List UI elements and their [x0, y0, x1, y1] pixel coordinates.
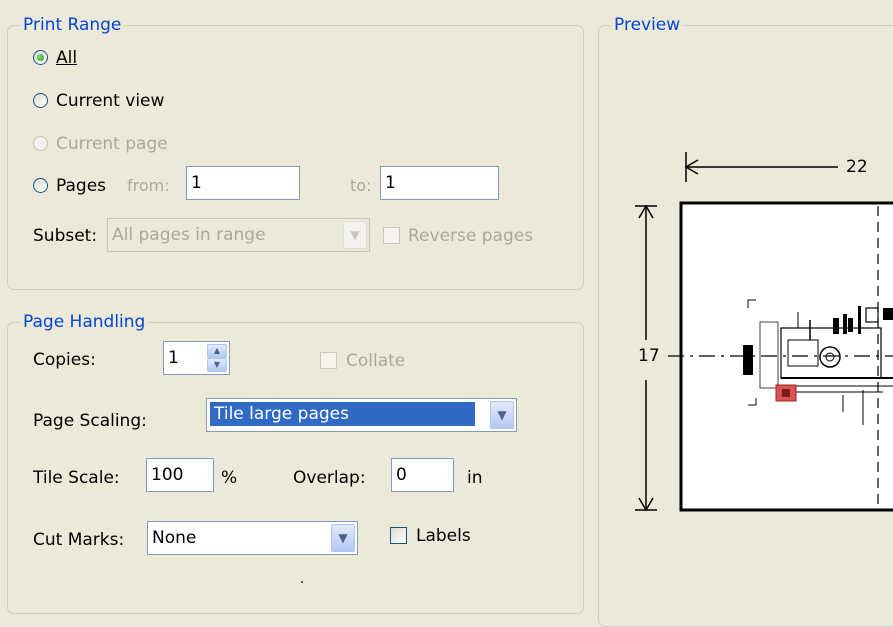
to-page-input[interactable]: 1 [380, 166, 499, 200]
from-page-input[interactable]: 1 [186, 166, 300, 200]
chevron-down-icon[interactable]: ▼ [490, 401, 514, 429]
chevron-down-icon: ▼ [343, 221, 367, 249]
current-page-radio [33, 136, 48, 151]
cut-marks-select[interactable]: None ▼ [147, 521, 358, 555]
overlap-unit: in [467, 468, 483, 488]
chevron-up-icon[interactable]: ▲ [207, 344, 227, 358]
overlap-input[interactable]: 0 [391, 458, 454, 492]
labels-label[interactable]: Labels [416, 526, 471, 546]
labels-checkbox[interactable] [390, 527, 407, 544]
collate-label: Collate [346, 351, 406, 371]
current-view-label[interactable]: Current view [56, 91, 164, 111]
tile-scale-input[interactable]: 100 [146, 458, 214, 492]
radio-selected-dot [37, 54, 44, 61]
current-view-radio[interactable] [33, 93, 48, 108]
subset-select: All pages in range ▼ [107, 218, 370, 252]
preview-width-dimension: 22 [843, 157, 871, 177]
chevron-down-icon[interactable]: ▼ [331, 524, 355, 552]
tile-scale-label: Tile Scale: [33, 468, 120, 488]
all-radio[interactable] [33, 50, 48, 65]
overlap-label: Overlap: [293, 468, 366, 488]
cut-marks-value: None [152, 528, 197, 548]
preview-height-dimension: 17 [636, 346, 662, 366]
subset-label: Subset: [33, 226, 98, 246]
tile-scale-unit: % [221, 468, 238, 488]
page-handling-legend: Page Handling [20, 311, 149, 333]
collate-checkbox [320, 352, 337, 369]
dot-mark [301, 581, 303, 583]
to-label: to: [350, 176, 372, 195]
subset-value: All pages in range [112, 225, 266, 245]
cut-marks-label: Cut Marks: [33, 530, 125, 550]
reverse-pages-checkbox [383, 227, 400, 244]
current-page-label: Current page [56, 134, 168, 154]
page-scaling-label: Page Scaling: [33, 411, 147, 431]
page-scaling-select[interactable]: Tile large pages ▼ [206, 398, 517, 432]
print-range-legend: Print Range [20, 14, 125, 36]
copies-value: 1 [168, 348, 179, 368]
preview-legend: Preview [611, 14, 684, 36]
reverse-pages-label: Reverse pages [408, 226, 534, 246]
from-label: from: [127, 176, 170, 195]
copies-label: Copies: [33, 350, 96, 370]
all-label[interactable]: All [56, 48, 77, 68]
copies-spinner[interactable]: ▲ ▼ [207, 344, 227, 372]
pages-radio[interactable] [33, 178, 48, 193]
copies-input[interactable]: 1 ▲ ▼ [163, 341, 230, 375]
page-scaling-value: Tile large pages [210, 402, 475, 426]
pages-label[interactable]: Pages [56, 176, 106, 196]
chevron-down-icon[interactable]: ▼ [207, 358, 227, 372]
